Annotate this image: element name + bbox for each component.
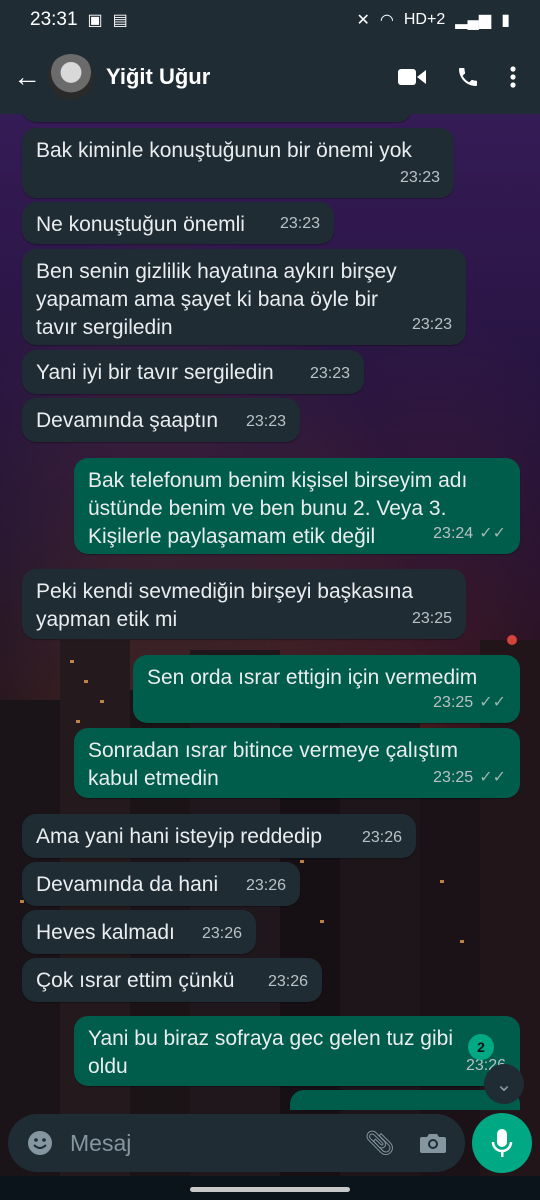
message-composer[interactable]: Mesaj 📎︎ [8,1114,465,1172]
home-gesture-handle[interactable] [190,1187,350,1192]
read-receipt-icon: ✓✓ [479,769,506,786]
voice-record-button[interactable] [472,1113,532,1173]
voice-call-icon[interactable] [456,65,480,89]
message-time: 23:23 [309,365,350,382]
signal-icon: ▂▄▆ [455,12,492,29]
message-time: 23:26 [361,829,402,846]
message-time: 23:23 [279,215,320,232]
message-time: 23:25 ✓✓ [433,694,506,711]
message-time: 23:26 [201,925,242,942]
message-list[interactable]: Bak kiminle konuştuğunun bir önemi yok 2… [0,114,540,1110]
message-bubble-incoming[interactable]: Ama yani hani isteyip reddedip 23:26 [22,814,416,858]
message-bubble-incoming[interactable]: Heves kalmadı 23:26 [22,910,256,954]
message-bubble-incoming[interactable]: Devamında da hani 23:26 [22,862,300,906]
battery-icon: ▮ [501,12,510,29]
video-call-icon[interactable] [398,67,426,87]
message-bubble-outgoing[interactable]: Sonradan ısrar bitince vermeye çalıştım … [74,728,520,798]
mute-icon: ✕ [356,12,370,29]
chat-header: ← Yiğit Uğur [0,40,540,114]
message-time: 23:26 [245,877,286,894]
microphone-icon [491,1129,513,1157]
message-text: Yani bu biraz sofraya gec gelen tuz gibi… [88,1027,453,1078]
status-bar: 23:31 ▣ ▤ ✕ ◠ HD+2 ▂▄▆ ▮ [0,0,540,40]
contact-avatar[interactable] [48,54,94,100]
message-bubble-outgoing[interactable]: Yani bu biraz sofraya gec gelen tuz gibi… [74,1016,520,1086]
read-receipt-icon: ✓✓ [479,694,506,711]
contact-name[interactable]: Yiğit Uğur [106,64,398,90]
status-time: 23:31 [30,9,78,30]
message-bubble-outgoing[interactable]: Sen orda ısrar ettigin için vermedim 23:… [133,655,520,723]
message-text: Çok ısrar ettim çünkü [36,969,235,992]
more-options-icon[interactable] [510,65,516,89]
app-notification-icon: ▤ [112,12,128,29]
message-time: 23:23 [411,316,452,333]
attach-icon[interactable]: 📎︎ [365,1129,395,1158]
message-bubble-incoming[interactable]: Devamında şaaptın 23:23 [22,398,300,442]
message-bubble-outgoing[interactable]: Bak telefonum benim kişisel birseyim adı… [74,458,520,554]
message-text: Yani iyi bir tavır sergiledin [36,361,274,384]
message-text: Sen orda ısrar ettigin için vermedim [147,666,478,689]
message-text: Bak kiminle konuştuğunun bir önemi yok [36,139,412,162]
message-text: Sonradan ısrar bitince vermeye çalıştım … [88,739,458,790]
message-bubble-incoming[interactable]: Yani iyi bir tavır sergiledin 23:23 [22,350,364,394]
message-time: 23:23 [399,169,440,186]
message-bubble-incoming[interactable]: Ben senin gizlilik hayatına aykırı birşe… [22,249,466,345]
network-type-label: HD+2 [403,11,446,28]
back-arrow-icon[interactable]: ← [10,61,44,93]
message-time: 23:23 [245,413,286,430]
read-receipt-icon: ✓✓ [479,525,506,542]
message-text: Ben senin gizlilik hayatına aykırı birşe… [36,260,397,339]
double-chevron-down-icon: ⌄ [495,1073,513,1096]
message-time: 23:24 ✓✓ [433,525,506,542]
message-time: 23:26 [267,973,308,990]
gallery-icon: ▣ [87,12,103,29]
message-text: Bak telefonum benim kişisel birseyim adı… [88,469,468,548]
message-bubble-incoming[interactable]: Çok ısrar ettim çünkü 23:26 [22,958,322,1002]
message-time: 23:25 ✓✓ [433,769,506,786]
message-bubble-incoming[interactable]: Peki kendi sevmediğin birşeyi başkasına … [22,569,466,639]
message-text: Peki kendi sevmediğin birşeyi başkasına … [36,580,414,631]
message-text: Heves kalmadı [36,921,175,944]
message-input[interactable]: Mesaj [70,1130,341,1157]
message-text: Ama yani hani isteyip reddedip [36,825,323,848]
message-bubble-partial[interactable] [22,114,412,122]
scroll-to-bottom-button[interactable]: ⌄ [484,1064,524,1104]
message-bubble-incoming[interactable]: Ne konuştuğun önemli 23:23 [22,202,334,244]
message-time: 23:25 [411,610,452,627]
emoji-icon[interactable] [26,1129,54,1157]
unread-count-badge: 2 [468,1034,494,1060]
message-text: Devamında şaaptın [36,409,219,432]
system-navigation-bar [0,1176,540,1200]
message-bubble-incoming[interactable]: Bak kiminle konuştuğunun bir önemi yok 2… [22,128,454,198]
wifi-icon: ◠ [379,12,394,29]
message-text: Devamında da hani [36,873,219,896]
message-text: Ne konuştuğun önemli [36,213,245,236]
camera-icon[interactable] [419,1131,447,1155]
